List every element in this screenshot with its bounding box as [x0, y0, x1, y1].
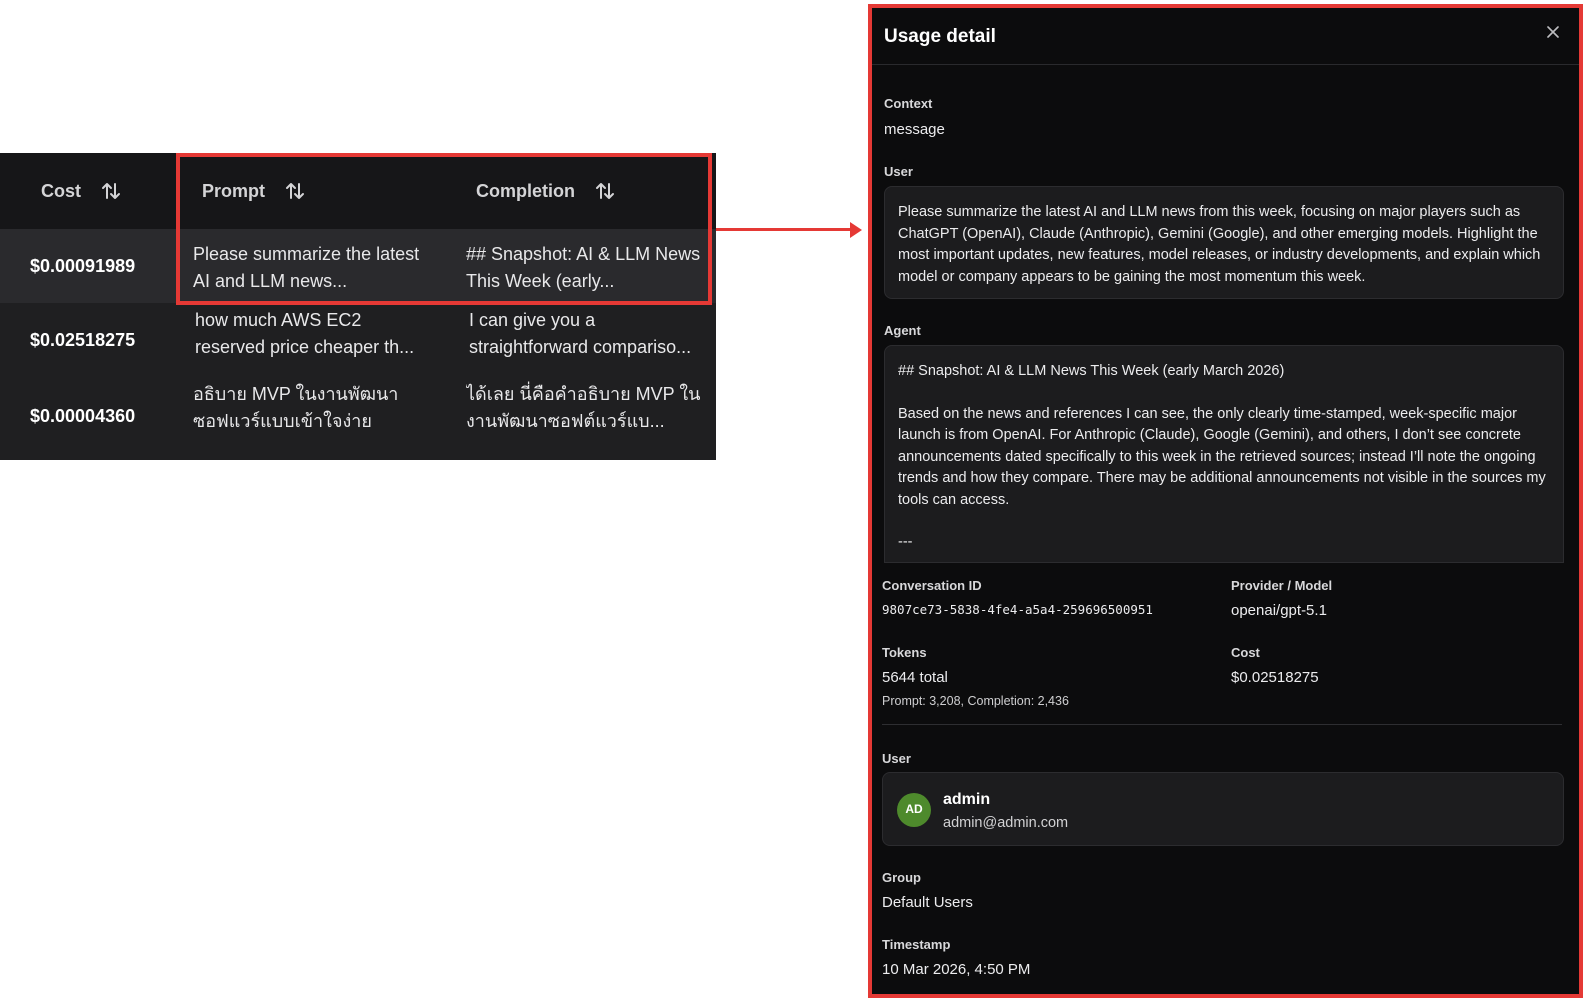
row-completion: I can give you a straightforward compari…: [469, 310, 692, 357]
panel-header: Usage detail: [872, 8, 1579, 65]
conversation-id-value[interactable]: 9807ce73-5838-4fe4-a5a4-259696500951: [882, 602, 1153, 617]
agent-response-box[interactable]: ## Snapshot: AI & LLM News This Week (ea…: [884, 345, 1564, 563]
user-section-label: User: [882, 751, 911, 766]
user-message-label: User: [884, 164, 913, 179]
timestamp-value: 10 Mar 2026, 4:50 PM: [882, 961, 1031, 978]
avatar: AD: [897, 793, 931, 827]
column-header-cost[interactable]: Cost: [41, 153, 121, 229]
cost-label: Cost: [1231, 645, 1260, 660]
user-message-text: Please summarize the latest AI and LLM n…: [898, 204, 1541, 285]
row-prompt: how much AWS EC2 reserved price cheaper …: [195, 310, 415, 357]
provider-model-value: openai/gpt-5.1: [1231, 602, 1327, 619]
conversation-id-label: Conversation ID: [882, 578, 982, 593]
row-prompt: อธิบาย MVP ในงานพัฒนาซอฟแวร์แบบเข้าใจง่า…: [193, 384, 399, 431]
agent-response-heading: ## Snapshot: AI & LLM News This Week (ea…: [898, 363, 1285, 379]
tokens-total: 5644 total: [882, 669, 948, 686]
context-label: Context: [884, 96, 933, 111]
close-icon: [1547, 26, 1559, 38]
connector-arrow-line: [716, 228, 850, 231]
section-divider: [882, 724, 1562, 725]
tokens-label: Tokens: [882, 645, 927, 660]
cost-value: $0.02518275: [1231, 669, 1319, 686]
panel-title: Usage detail: [884, 26, 996, 47]
highlight-box-prompt-completion: [176, 153, 712, 305]
column-header-cost-label: Cost: [41, 180, 81, 201]
row-completion: ได้เลย นี่คือคำอธิบาย MVP ในงานพัฒนาซอฟต…: [466, 384, 701, 431]
user-name: admin: [943, 791, 991, 808]
table-row[interactable]: $0.02518275 how much AWS EC2 reserved pr…: [0, 303, 716, 377]
agent-label: Agent: [884, 323, 921, 338]
stage: Cost Prompt Completion $0.00091989 Pleas…: [0, 0, 1587, 1002]
table-row[interactable]: $0.00004360 อธิบาย MVP ในงานพัฒนาซอฟแวร์…: [0, 377, 716, 460]
agent-response-separator: ---: [898, 534, 913, 550]
row-cost: $0.00004360: [30, 405, 136, 426]
sort-arrows-icon[interactable]: [101, 181, 121, 201]
group-label: Group: [882, 870, 921, 885]
agent-response-paragraph: Based on the news and references I can s…: [898, 405, 1546, 508]
user-card[interactable]: AD admin admin@admin.com: [882, 772, 1564, 846]
row-cost: $0.00091989: [30, 255, 136, 276]
usage-detail-panel: Usage detail Context message User Please…: [868, 4, 1583, 998]
user-message-box: Please summarize the latest AI and LLM n…: [884, 186, 1564, 299]
timestamp-label: Timestamp: [882, 937, 951, 952]
user-email: admin@admin.com: [943, 815, 1069, 831]
row-cost: $0.02518275: [30, 329, 136, 350]
tokens-breakdown: Prompt: 3,208, Completion: 2,436: [882, 694, 1069, 708]
close-button[interactable]: [1543, 22, 1563, 42]
connector-arrow-icon: [850, 222, 862, 238]
context-value: message: [884, 121, 945, 138]
group-value: Default Users: [882, 894, 973, 911]
provider-model-label: Provider / Model: [1231, 578, 1333, 593]
